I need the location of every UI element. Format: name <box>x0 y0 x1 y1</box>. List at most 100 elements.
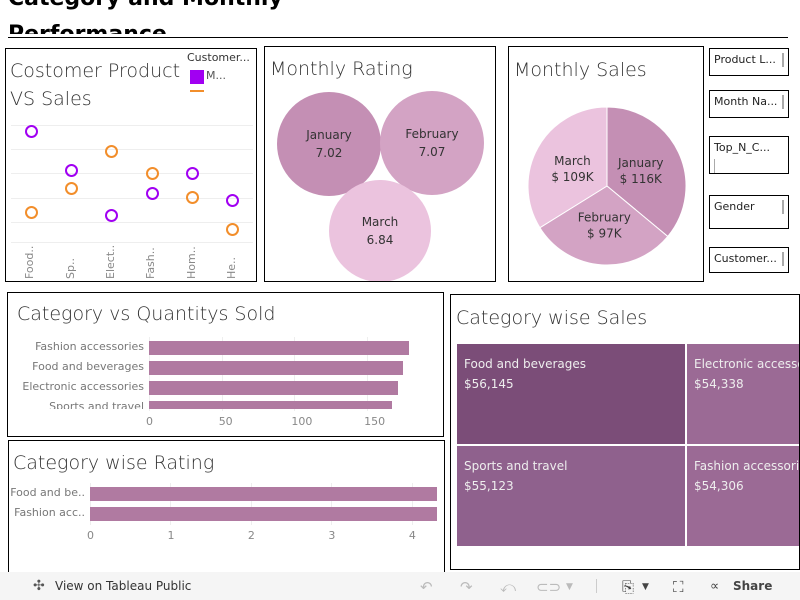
scatter-point[interactable] <box>145 186 159 200</box>
filter-label: Top_N_C... <box>714 141 770 154</box>
gridline <box>11 222 253 223</box>
pie-category-label: March <box>554 154 591 168</box>
download-icon[interactable]: ⎘ <box>622 578 634 596</box>
bar-chart-quantity[interactable]: 0 50 100 150 Fashion accessories Food and bev… <box>8 293 443 436</box>
x-tick-label: 3 <box>328 529 336 542</box>
pie-category-label: January <box>617 156 664 170</box>
category-quantity-panel[interactable]: Category vs Quantitys Sold 0 50 100 150 Fash… <box>7 292 444 437</box>
x-tick-label: 150 <box>364 415 386 428</box>
filter-scrollbar[interactable] <box>782 95 784 109</box>
x-axis-label: Sp.. <box>63 258 77 279</box>
bubble-march[interactable]: March 6.84 <box>329 180 431 281</box>
tile-label: Food and beverages <box>464 357 587 371</box>
x-tick-label: 50 <box>218 415 233 428</box>
x-axis-label: Hom.. <box>184 246 198 279</box>
redo-icon[interactable]: ↷ <box>460 578 473 596</box>
dashboard-title: Category and Monthly <box>8 0 283 12</box>
share-icon[interactable]: ∝ <box>710 579 719 594</box>
scatter-point[interactable] <box>105 144 119 158</box>
scatter-point[interactable] <box>65 164 78 178</box>
scatter-point[interactable] <box>105 208 119 222</box>
filter-4[interactable]: Customer... <box>709 247 789 273</box>
scatter-point[interactable] <box>226 223 240 237</box>
bubble-label: March <box>361 215 399 229</box>
bar[interactable] <box>90 487 437 501</box>
monthly-sales-panel[interactable]: Monthly Sales January $ 116K February $ 97K… <box>508 46 704 282</box>
filter-label: Gender <box>714 200 755 213</box>
dashboard-title-line2: Performance <box>8 22 167 34</box>
scatter-point[interactable] <box>145 166 159 180</box>
scatter-plot[interactable]: Food.. Sp.. Elect.. Fash.. Hom.. He.. <box>6 49 256 281</box>
category-label: Electronic accessories <box>22 380 144 393</box>
bar-chart-rating[interactable]: 0 1 2 3 4 Food and be.. Fashion acc.. <box>9 441 444 579</box>
share-button[interactable]: Share <box>733 579 772 593</box>
filter-2[interactable]: Top_N_C... <box>709 136 789 174</box>
category-label: Fashion acc.. <box>14 506 85 519</box>
category-label: Fashion accessories <box>35 340 144 353</box>
filter-scrollbar[interactable] <box>782 252 784 266</box>
title-divider <box>8 37 788 38</box>
tile-label: Electronic accesso <box>694 357 800 371</box>
bar[interactable] <box>149 361 404 375</box>
panel-title: Monthly Rating <box>270 58 413 80</box>
x-tick-label: 100 <box>291 415 313 428</box>
bubble-label: February <box>405 127 459 141</box>
category-rating-panel[interactable]: Category wise Rating 0 1 2 3 4 Food and be.. F… <box>8 440 445 580</box>
category-label: Food and beverages <box>32 360 144 373</box>
filter-label: Customer... <box>714 252 777 265</box>
tile-value: $56,145 <box>464 377 514 391</box>
tableau-toolbar: ✣ View on Tableau Public ↶ ↷ ⤺ ⊂⊃ ▼ ⎘ ▼ … <box>0 572 800 600</box>
tile-value: $55,123 <box>464 479 514 493</box>
bar[interactable] <box>149 341 410 355</box>
panel-title: Category wise Sales <box>456 307 648 329</box>
bar[interactable] <box>90 507 437 521</box>
treemap-tile[interactable]: Food and beverages $56,145 <box>456 343 686 445</box>
scatter-point[interactable] <box>186 191 199 205</box>
bar[interactable] <box>149 381 398 395</box>
scatter-point[interactable] <box>24 125 38 139</box>
pie-value-label: $ 116K <box>620 172 663 186</box>
filter-3[interactable]: Gender <box>709 195 789 229</box>
bubble-value: 7.07 <box>418 145 446 159</box>
gridline <box>11 198 253 199</box>
scatter-point[interactable] <box>186 166 199 180</box>
monthly-rating-panel[interactable]: Monthly Rating January 7.02 February 7.07 … <box>264 46 496 282</box>
download-dropdown-icon[interactable]: ▼ <box>642 582 649 592</box>
filter-label: Product L... <box>714 53 776 66</box>
tile-label: Fashion accessorie <box>694 459 800 473</box>
x-tick-label: 4 <box>408 529 416 542</box>
refresh-dropdown-icon[interactable]: ▼ <box>566 582 573 592</box>
scatter-point[interactable] <box>65 181 78 195</box>
gridline <box>11 125 253 126</box>
x-axis-label: He.. <box>224 256 238 279</box>
x-axis-label: Elect.. <box>103 244 117 279</box>
undo-icon[interactable]: ↶ <box>420 578 433 596</box>
scatter-point[interactable] <box>24 206 38 220</box>
x-tick-label: 0 <box>146 415 153 428</box>
refresh-icon[interactable]: ⊂⊃ <box>536 578 561 596</box>
pie-chart[interactable]: January $ 116K February $ 97K March $ 109K <box>509 47 704 282</box>
filter-1[interactable]: Month Na... <box>709 90 789 118</box>
pie-value-label: $ 109K <box>551 170 594 184</box>
category-sales-panel[interactable]: Category wise Sales Food and beverages $5… <box>450 294 800 570</box>
customer-product-sales-panel[interactable]: Costomer Product VS Sales Customer... M.… <box>5 48 257 282</box>
view-on-tableau-link[interactable]: View on Tableau Public <box>55 579 191 593</box>
tile-label: Sports and travel <box>464 459 568 473</box>
gridline <box>11 173 253 174</box>
pie-value-label: $ 97K <box>587 226 623 240</box>
scatter-point[interactable] <box>226 193 240 207</box>
gridline <box>11 149 253 150</box>
filter-scrollbar[interactable] <box>714 159 715 173</box>
treemap-tile[interactable]: Sports and travel $55,123 <box>456 445 686 547</box>
bar[interactable] <box>149 401 392 409</box>
filter-scrollbar[interactable] <box>782 200 784 214</box>
filter-0[interactable]: Product L... <box>709 48 789 76</box>
bubble-february[interactable]: February 7.07 <box>380 91 484 195</box>
treemap-tile[interactable]: Fashion accessorie $54,306 <box>686 445 800 547</box>
category-label: Food and be.. <box>10 486 85 499</box>
revert-icon[interactable]: ⤺ <box>500 578 516 596</box>
treemap-tile[interactable]: Electronic accesso $54,338 <box>686 343 800 445</box>
bubble-january[interactable]: January 7.02 <box>277 92 381 196</box>
filter-scrollbar[interactable] <box>782 53 784 67</box>
fullscreen-icon[interactable]: ⛶ <box>673 578 684 596</box>
